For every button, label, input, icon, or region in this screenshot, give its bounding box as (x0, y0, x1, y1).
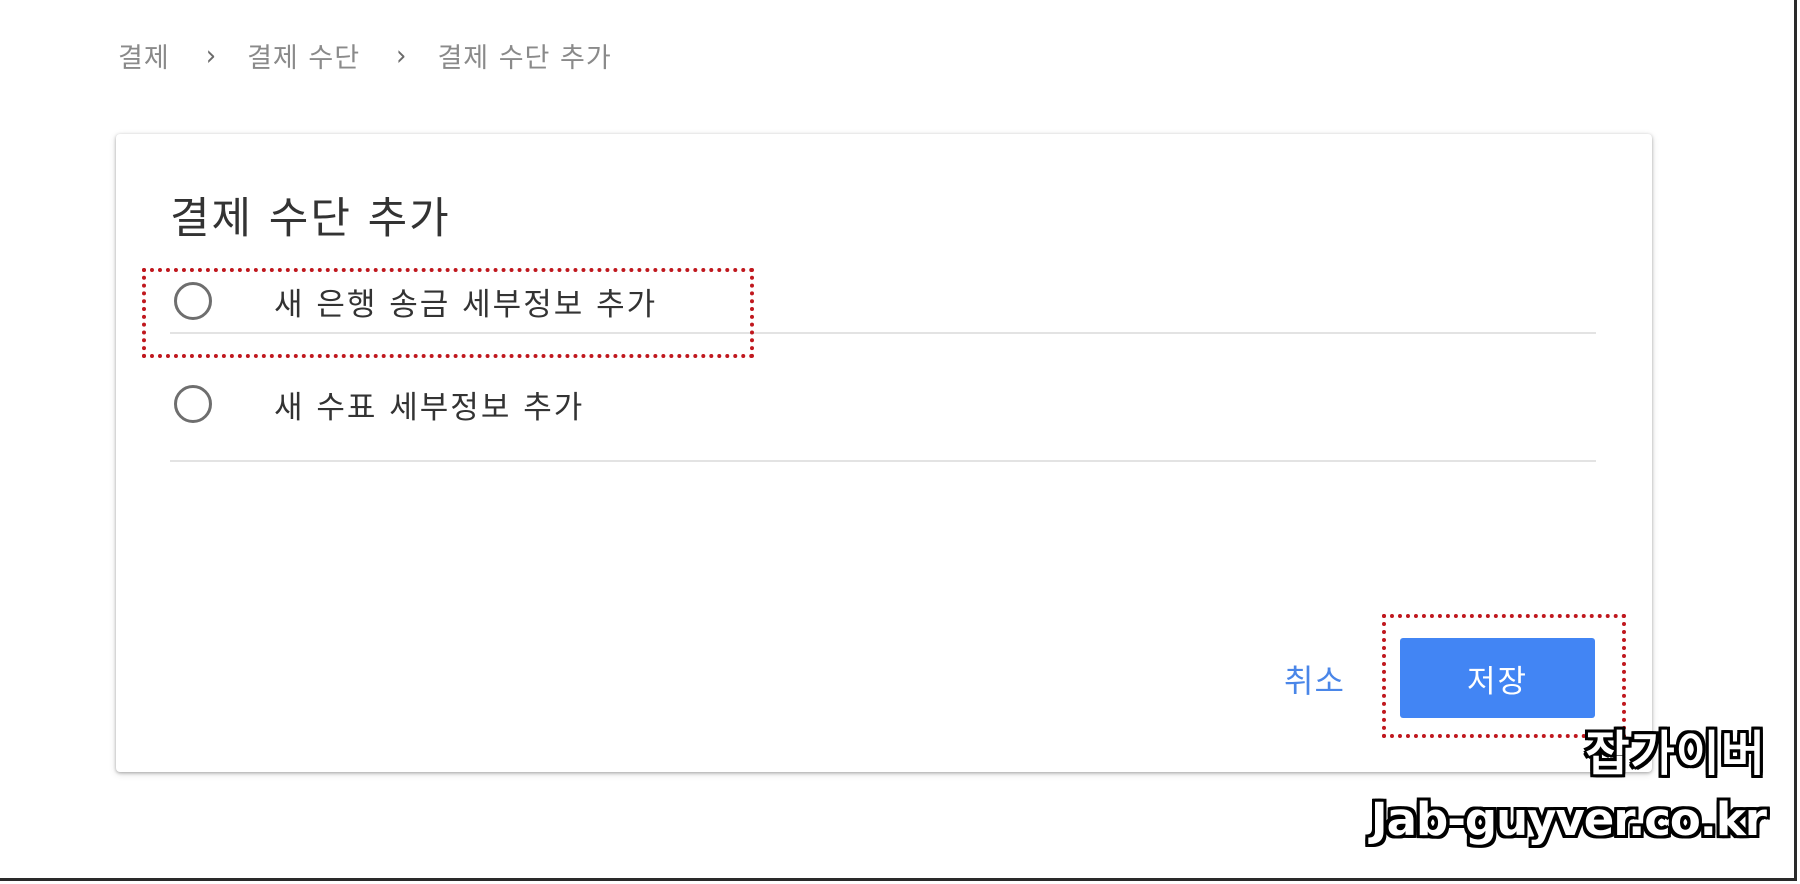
chevron-right-icon: › (205, 39, 218, 72)
divider (170, 332, 1596, 334)
option-check[interactable]: 새 수표 세부정보 추가 (170, 348, 1596, 460)
option-bank-transfer[interactable]: 새 은행 송금 세부정보 추가 (170, 252, 1596, 350)
breadcrumb-item-add-payment-method: 결제 수단 추가 (437, 43, 612, 74)
page-title: 결제 수단 추가 (170, 194, 451, 244)
divider (170, 460, 1596, 462)
save-button[interactable]: 저장 (1400, 638, 1595, 718)
cancel-button[interactable]: 취소 (1284, 656, 1345, 702)
watermark-korean: 잡가이버 (1585, 726, 1766, 782)
radio-unchecked-icon[interactable] (174, 282, 212, 320)
breadcrumb: 결제 › 결제 수단 › 결제 수단 추가 (118, 36, 612, 75)
option-check-label: 새 수표 세부정보 추가 (274, 389, 585, 426)
chevron-right-icon: › (396, 39, 408, 72)
add-payment-method-card: 결제 수단 추가 새 은행 송금 세부정보 추가 새 수표 세부정보 추가 취소… (116, 134, 1652, 772)
breadcrumb-item-payments[interactable]: 결제 (118, 36, 170, 75)
option-bank-transfer-label: 새 은행 송금 세부정보 추가 (274, 286, 658, 323)
breadcrumb-item-payment-methods[interactable]: 결제 수단 (247, 36, 360, 75)
watermark-domain: Jab-guyver.co.kr (1370, 793, 1767, 846)
radio-unchecked-icon[interactable] (174, 385, 212, 423)
